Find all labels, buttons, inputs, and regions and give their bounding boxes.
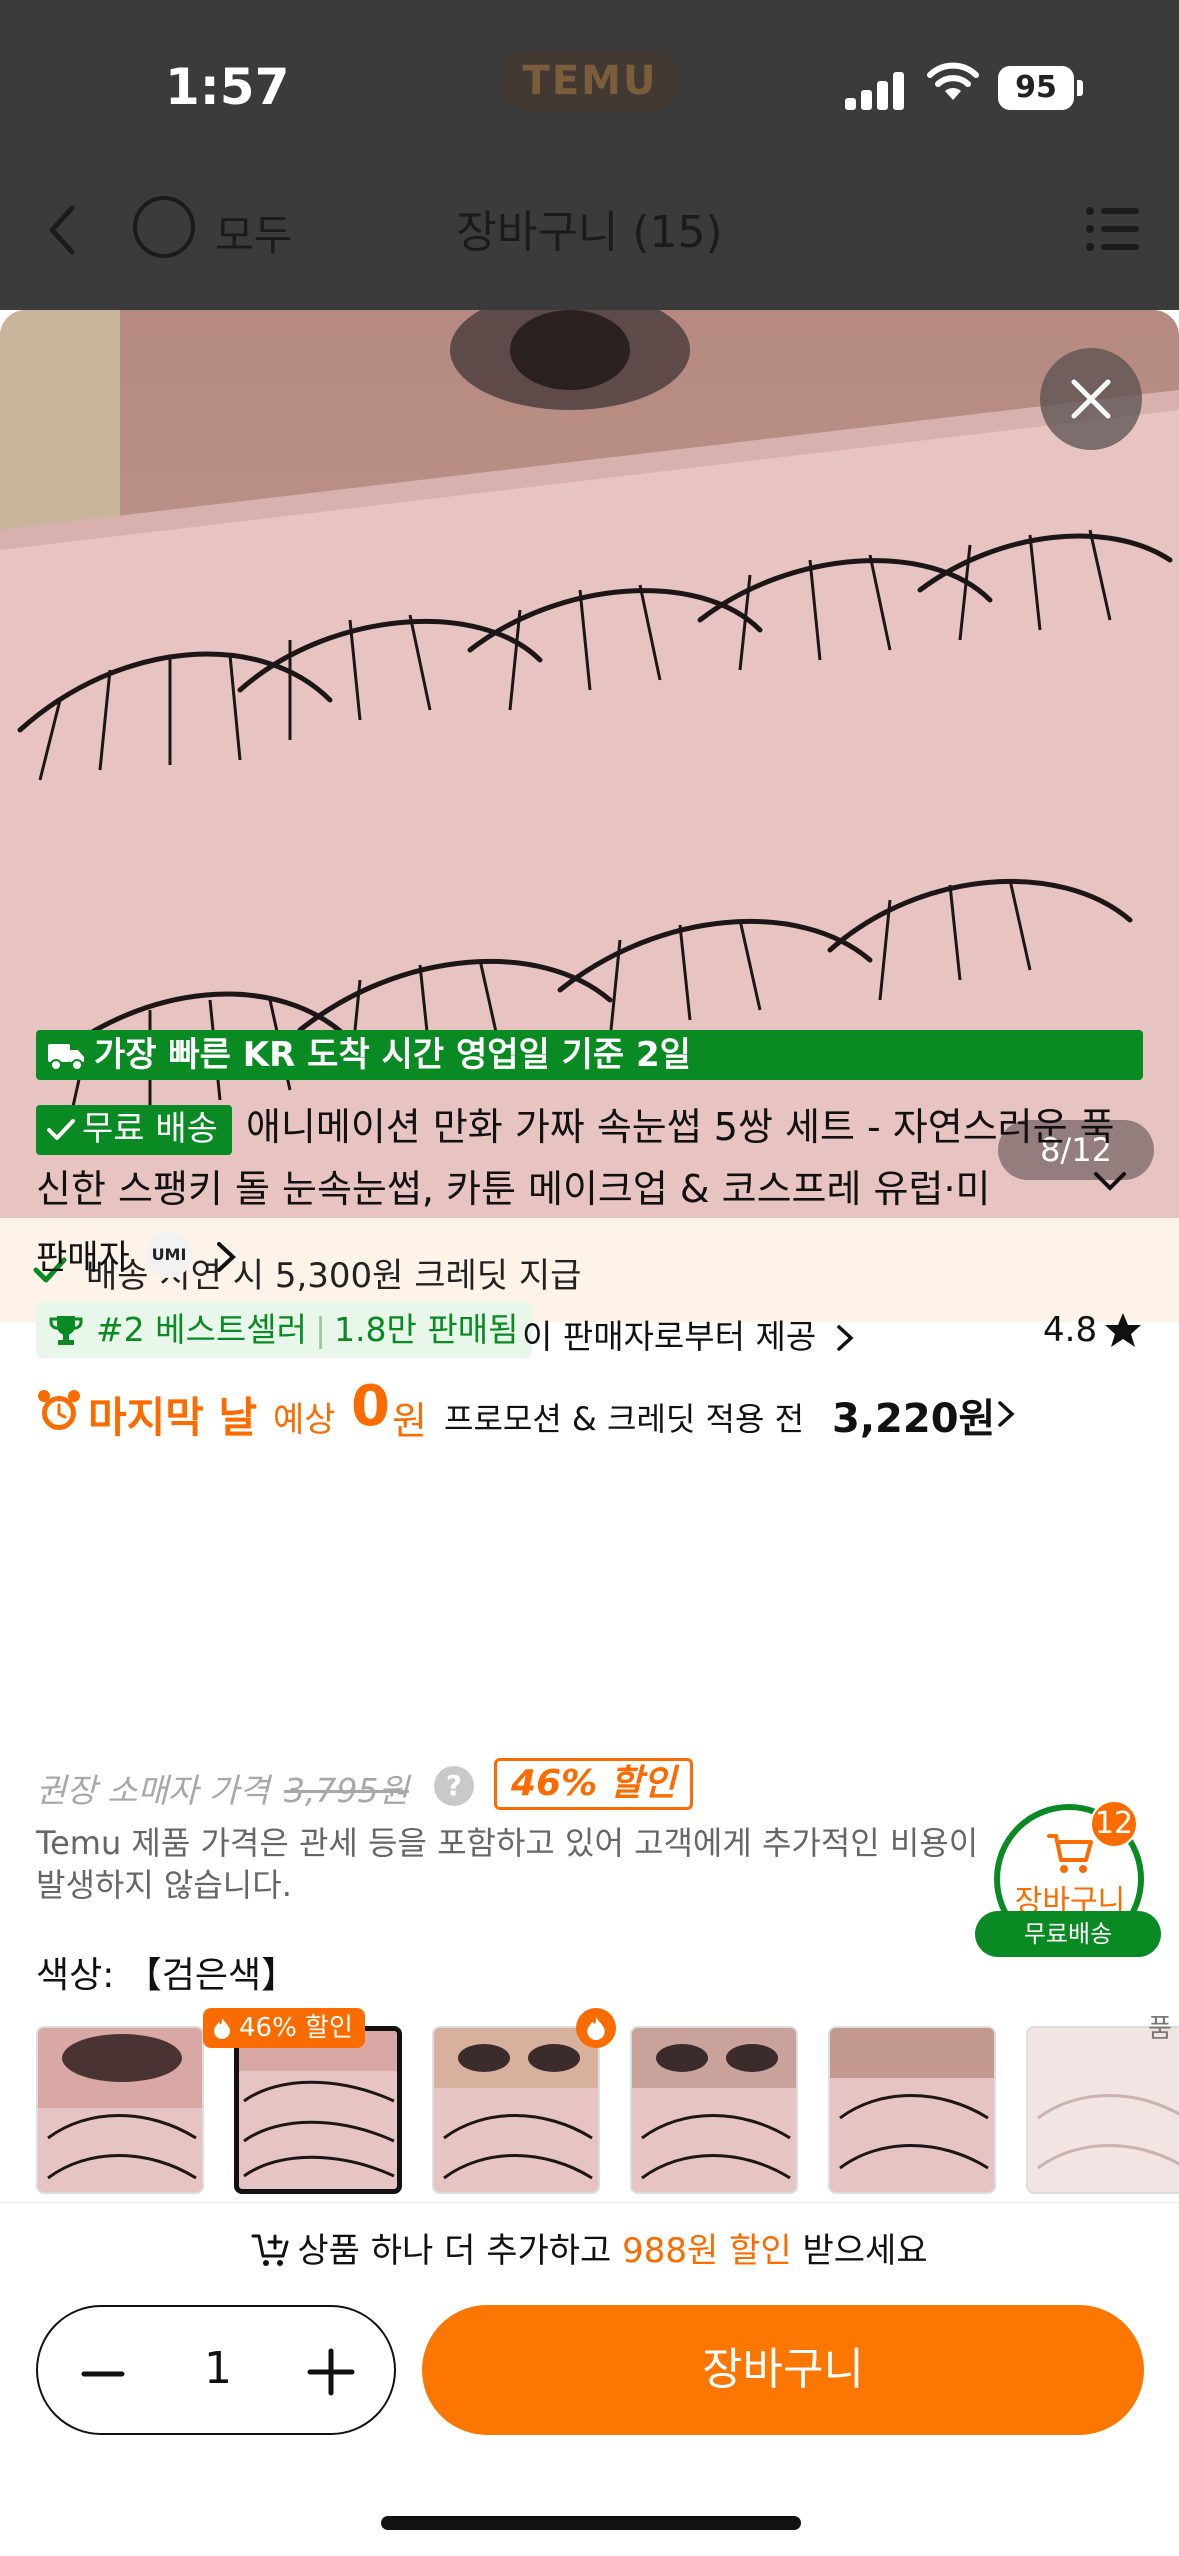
color-option-6[interactable] (1026, 2026, 1179, 2194)
delivery-truck-icon (48, 1044, 84, 1071)
fast-delivery-text: 가장 빠른 KR 도착 시간 영업일 기준 2일 (94, 1035, 691, 1075)
cart-plus-icon (251, 2234, 289, 2266)
thumb-discount-text: 46% 할인 (239, 2013, 353, 2043)
color-label: 색상: 【검은색】 (36, 1955, 298, 1996)
free-shipping-badge: 무료 배송 (36, 1104, 232, 1155)
fast-delivery-banner: 가장 빠른 KR 도착 시간 영업일 기준 2일 (36, 1030, 1143, 1080)
battery-tip (1077, 80, 1083, 96)
cart-header: 모두 장바구니 (15) (0, 160, 1179, 310)
rrp-price: 3,795원 (284, 1771, 409, 1810)
seller-logo[interactable]: UMI (146, 1232, 192, 1278)
price-row[interactable]: 마지막 날 예상 0 원 프로모션 & 크레딧 적용 전 3,220원 (36, 1374, 1146, 1448)
bottom-bar: 상품 하나 더 추가하고 988원 할인 받으세요 1 장바구니 (0, 2202, 1179, 2556)
upsell-prefix: 상품 하나 더 추가하고 (297, 2231, 612, 2271)
help-icon[interactable]: ? (434, 1766, 474, 1806)
promo-label: 프로모션 & 크레딧 적용 전 (444, 1400, 805, 1438)
screen: 1:57 TEMU 95 모두 장바구니 (15) 8/12 배송 지연 시 5… (0, 0, 1179, 2556)
currency-won: 원 (392, 1399, 427, 1443)
product-image (0, 310, 1179, 1218)
upsell-amount: 988원 할인 (622, 2231, 792, 2271)
free-shipping-pill: 무료배송 (975, 1911, 1161, 1957)
plus-icon[interactable] (306, 2347, 356, 2397)
discount-badge: 46% 할인 (494, 1758, 693, 1810)
color-options (36, 2026, 1179, 2196)
thumb-discount-badge: 46% 할인 (203, 2008, 365, 2048)
status-bar: 1:57 TEMU 95 (0, 0, 1179, 160)
fire-icon (587, 2017, 605, 2040)
upsell-suffix: 받으세요 (802, 2231, 928, 2271)
expected-label: 예상 (273, 1400, 336, 1440)
bestseller-badge[interactable]: #2 베스트셀러 | 1.8만 판매됨 (36, 1302, 533, 1358)
product-title[interactable]: 무료 배송 애니메이션 만화 가짜 속눈썹 5쌍 세트 - 자연스러운 푹신한 … (36, 1096, 1116, 1220)
color-option-1[interactable] (36, 2026, 204, 2194)
wifi-icon (927, 62, 979, 100)
color-option-5[interactable] (828, 2026, 996, 2194)
sold-count: 1.8만 판매됨 (334, 1310, 519, 1349)
seller-label[interactable]: 판매자 (36, 1230, 130, 1279)
price-note: Temu 제품 가격은 관세 등을 포함하고 있어 고객에게 추가적인 비용이 … (36, 1824, 979, 1904)
chevron-down-icon[interactable] (1090, 1168, 1130, 1196)
upsell-banner: 상품 하나 더 추가하고 988원 할인 받으세요 (0, 2223, 1179, 2272)
cart-count-badge: 12 (1090, 1800, 1138, 1848)
thumb-cut-label: 품 (1148, 2014, 1172, 2044)
temu-app-badge: TEMU (500, 50, 680, 112)
expected-price: 0 (351, 1374, 390, 1439)
star-icon (1105, 1313, 1141, 1347)
cart-icon (1047, 1834, 1093, 1873)
page-title: 장바구니 (15) (456, 207, 723, 258)
battery-icon: 95 (998, 66, 1074, 110)
color-option-3[interactable] (432, 2026, 600, 2194)
trophy-icon (49, 1316, 83, 1345)
close-icon (1071, 379, 1111, 419)
status-time: 1:57 (165, 58, 290, 116)
rating-value: 4.8 (1043, 1310, 1098, 1350)
alarm-clock-icon (38, 1390, 80, 1430)
list-menu-icon[interactable] (1085, 205, 1141, 253)
cellular-signal-icon (845, 70, 905, 110)
chevron-right-icon[interactable] (214, 1240, 238, 1274)
thumb-fire-badge (576, 2008, 616, 2048)
home-indicator (381, 2516, 801, 2530)
product-image-gallery[interactable]: 8/12 (0, 310, 1179, 1218)
color-option-2-selected[interactable] (234, 2026, 402, 2194)
color-option-4[interactable] (630, 2026, 798, 2194)
bestseller-rank: #2 베스트셀러 (96, 1310, 307, 1349)
add-to-cart-button[interactable]: 장바구니 (422, 2305, 1144, 2435)
chevron-right-icon (836, 1325, 854, 1351)
provider-link[interactable]: 이 판매자로부터 제공 (522, 1310, 855, 1358)
close-button[interactable] (1040, 348, 1142, 450)
quantity-stepper: 1 (36, 2305, 396, 2435)
free-shipping-label: 무료 배송 (82, 1108, 218, 1149)
original-price: 3,220원 (832, 1396, 996, 1442)
rrp-label: 권장 소매자 가격 (36, 1771, 270, 1810)
chevron-right-icon (998, 1401, 1015, 1427)
check-icon (47, 1118, 75, 1140)
provider-text: 이 판매자로부터 제공 (522, 1317, 817, 1356)
fire-icon (214, 2018, 230, 2039)
last-day-label: 마지막 날 (88, 1393, 258, 1442)
